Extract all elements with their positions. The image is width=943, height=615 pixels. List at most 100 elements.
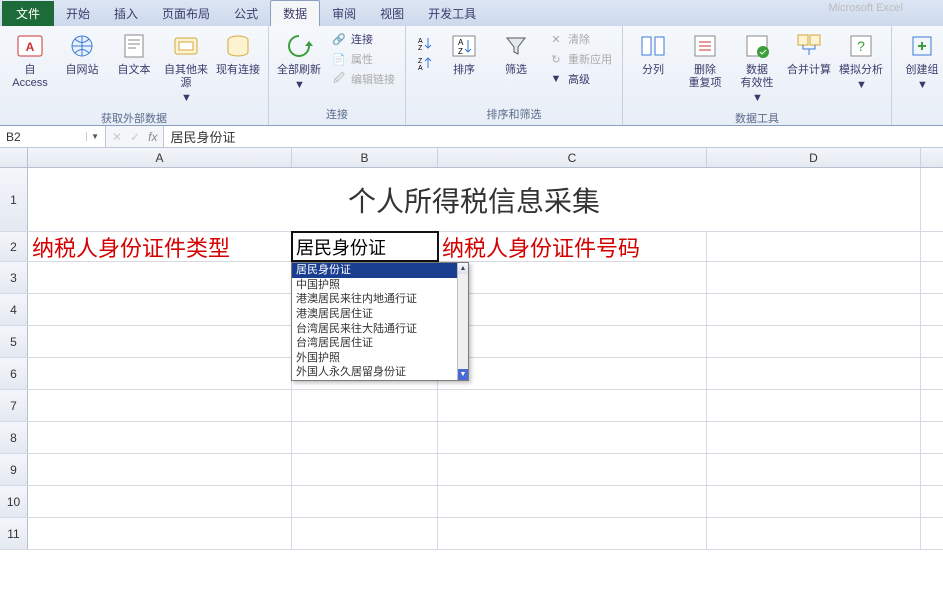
cell[interactable] (292, 454, 438, 485)
tab-formulas[interactable]: 公式 (222, 1, 270, 26)
cell[interactable] (438, 422, 707, 453)
col-header-d[interactable]: D (707, 148, 921, 167)
cell[interactable] (707, 294, 921, 325)
cell-title[interactable]: 个人所得税信息采集 (28, 168, 921, 231)
formula-input[interactable]: 居民身份证 (164, 126, 943, 147)
from-other-button[interactable]: 自其他来源▼ (162, 28, 210, 108)
dropdown-item[interactable]: 中国护照 (292, 278, 468, 293)
cell[interactable] (28, 454, 292, 485)
cell[interactable] (707, 422, 921, 453)
cell[interactable] (28, 358, 292, 389)
dropdown-item[interactable]: 外国人永久居留身份证 (292, 365, 468, 380)
row-header[interactable]: 9 (0, 454, 28, 485)
row-header[interactable]: 3 (0, 262, 28, 293)
cell-c2[interactable]: 纳税人身份证件号码 (438, 232, 707, 261)
cell[interactable] (438, 294, 707, 325)
dropdown-scrollbar[interactable]: ▲ ▼ (457, 263, 468, 380)
cell-d2[interactable] (707, 232, 921, 261)
cell[interactable] (28, 326, 292, 357)
existing-connections-button[interactable]: 现有连接 (214, 28, 262, 79)
tab-insert[interactable]: 插入 (102, 1, 150, 26)
cell[interactable] (28, 486, 292, 517)
group-button[interactable]: 创建组▼ (898, 28, 943, 94)
cell[interactable] (438, 262, 707, 293)
from-text-button[interactable]: 自文本 (110, 28, 158, 79)
dropdown-item[interactable]: 港澳居民来往内地通行证 (292, 292, 468, 307)
sort-asc-button[interactable]: AZ (412, 34, 436, 52)
filter-button[interactable]: 筛选 (492, 28, 540, 79)
file-tab[interactable]: 文件 (2, 1, 54, 26)
tab-developer[interactable]: 开发工具 (416, 1, 488, 26)
remove-duplicates-button[interactable]: 删除 重复项 (681, 28, 729, 92)
clear-filter-button[interactable]: ✕清除 (544, 30, 616, 48)
dropdown-item[interactable]: 居民身份证 (292, 263, 468, 278)
cancel-icon[interactable]: ✕ (112, 130, 122, 144)
sort-button[interactable]: AZ 排序 (440, 28, 488, 79)
dropdown-item[interactable]: 台湾居民来往大陆通行证 (292, 322, 468, 337)
cell[interactable] (707, 454, 921, 485)
dropdown-item[interactable]: 外国护照 (292, 351, 468, 366)
row-header[interactable]: 8 (0, 422, 28, 453)
refresh-all-button[interactable]: 全部刷新▼ (275, 28, 323, 94)
cell[interactable] (707, 390, 921, 421)
cell[interactable] (707, 358, 921, 389)
properties-button[interactable]: 📄属性 (327, 50, 399, 68)
tab-pagelayout[interactable]: 页面布局 (150, 1, 222, 26)
cell[interactable] (28, 390, 292, 421)
fx-icon[interactable]: fx (148, 130, 157, 144)
cell[interactable] (438, 486, 707, 517)
tab-view[interactable]: 视图 (368, 1, 416, 26)
reapply-button[interactable]: ↻重新应用 (544, 50, 616, 68)
advanced-filter-button[interactable]: ▼高级 (544, 70, 616, 88)
scroll-down-icon[interactable]: ▼ (458, 369, 468, 380)
from-web-button[interactable]: 自网站 (58, 28, 106, 79)
cell[interactable] (28, 518, 292, 549)
tab-review[interactable]: 审阅 (320, 1, 368, 26)
text-to-columns-button[interactable]: 分列 (629, 28, 677, 79)
cell[interactable] (292, 486, 438, 517)
cell[interactable] (438, 454, 707, 485)
row-header[interactable]: 10 (0, 486, 28, 517)
whatif-button[interactable]: ? 模拟分析▼ (837, 28, 885, 94)
cell[interactable] (707, 326, 921, 357)
connections-button[interactable]: 🔗连接 (327, 30, 399, 48)
cell-a2[interactable]: 纳税人身份证件类型 (28, 232, 292, 261)
from-access-button[interactable]: A 自 Access (6, 28, 54, 92)
dropdown-item[interactable]: 台湾居民居住证 (292, 336, 468, 351)
cell[interactable] (438, 518, 707, 549)
edit-links-button[interactable]: 🖉编辑链接 (327, 70, 399, 88)
data-validation-button[interactable]: 数据 有效性▼ (733, 28, 781, 108)
cell[interactable] (707, 518, 921, 549)
sort-desc-button[interactable]: ZA (412, 54, 436, 72)
cell[interactable] (28, 262, 292, 293)
cell[interactable] (707, 262, 921, 293)
row-header[interactable]: 6 (0, 358, 28, 389)
row-header[interactable]: 11 (0, 518, 28, 549)
col-header-c[interactable]: C (438, 148, 707, 167)
cell[interactable] (28, 294, 292, 325)
tab-home[interactable]: 开始 (54, 1, 102, 26)
tab-data[interactable]: 数据 (270, 0, 320, 26)
row-header[interactable]: 4 (0, 294, 28, 325)
cell[interactable] (28, 422, 292, 453)
select-all-corner[interactable] (0, 148, 28, 167)
cell[interactable] (438, 390, 707, 421)
cell[interactable] (292, 518, 438, 549)
col-header-b[interactable]: B (292, 148, 438, 167)
consolidate-button[interactable]: 合并计算 (785, 28, 833, 79)
cell[interactable] (707, 486, 921, 517)
row-header[interactable]: 7 (0, 390, 28, 421)
row-header[interactable]: 5 (0, 326, 28, 357)
name-box[interactable]: B2▼ (0, 126, 106, 147)
row-header[interactable]: 1 (0, 168, 28, 231)
scroll-up-icon[interactable]: ▲ (458, 263, 468, 274)
col-header-a[interactable]: A (28, 148, 292, 167)
cell[interactable] (292, 390, 438, 421)
cell-b2[interactable]: 居民身份证 ▼ (292, 232, 438, 261)
row-header[interactable]: 2 (0, 232, 28, 261)
dropdown-item[interactable]: 港澳居民居住证 (292, 307, 468, 322)
cell[interactable] (438, 358, 707, 389)
cell[interactable] (438, 326, 707, 357)
cell[interactable] (292, 422, 438, 453)
confirm-icon[interactable]: ✓ (130, 130, 140, 144)
